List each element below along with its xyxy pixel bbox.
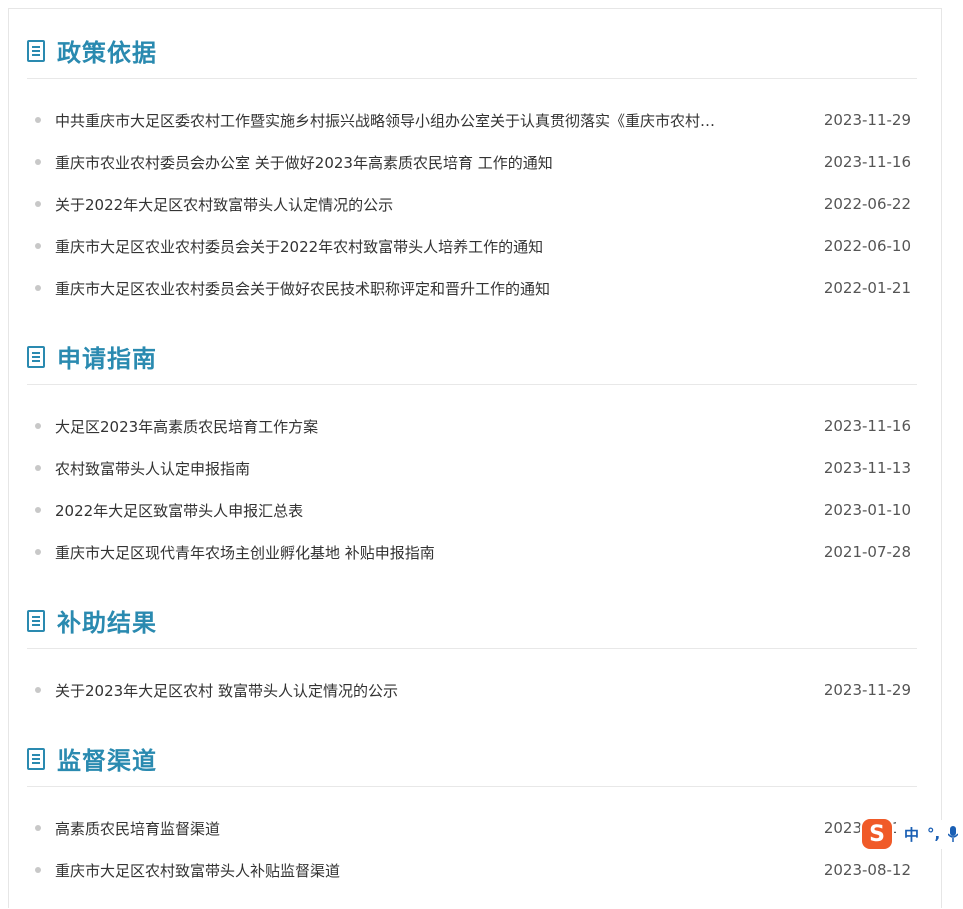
document-icon bbox=[27, 39, 45, 62]
section-header: 申请指南 bbox=[27, 315, 917, 385]
bullet-icon bbox=[35, 285, 41, 291]
article-link[interactable]: 重庆市大足区农业农村委员会关于做好农民技术职称评定和晋升工作的通知 bbox=[55, 278, 760, 299]
mic-icon[interactable] bbox=[948, 826, 959, 842]
list-item: 2022年大足区致富带头人申报汇总表 2023-01-10 bbox=[27, 489, 917, 531]
list-item: 重庆市大足区农业农村委员会关于2022年农村致富带头人培养工作的通知 2022-0… bbox=[27, 225, 917, 267]
document-icon bbox=[27, 609, 45, 632]
list-item: 关于2023年大足区农村 致富带头人认定情况的公示 2023-11-29 bbox=[27, 669, 917, 711]
article-date: 2023-11-16 bbox=[823, 417, 911, 435]
section-title: 补助结果 bbox=[57, 609, 157, 637]
article-date: 2021-07-28 bbox=[823, 543, 911, 561]
section-policy-basis: 政策依据 中共重庆市大足区委农村工作暨实施乡村振兴战略领导小组办公室关于认真贯彻… bbox=[27, 9, 917, 327]
article-date: 2023-11-29 bbox=[823, 681, 911, 699]
bullet-icon bbox=[35, 687, 41, 693]
bullet-icon bbox=[35, 243, 41, 249]
bullet-icon bbox=[35, 117, 41, 123]
article-date: 2022-06-22 bbox=[823, 195, 911, 213]
bullet-icon bbox=[35, 549, 41, 555]
ime-status-bar[interactable]: 中 °, bbox=[896, 819, 963, 849]
article-link[interactable]: 中共重庆市大足区委农村工作暨实施乡村振兴战略领导小组办公室关于认真贯彻落实《重庆… bbox=[55, 110, 760, 131]
section-supervision-channels: 监督渠道 高素质农民培育监督渠道2023-11-16 重庆市大足区农村致富带头人… bbox=[27, 717, 917, 909]
bullet-icon bbox=[35, 867, 41, 873]
bullet-icon bbox=[35, 507, 41, 513]
article-link[interactable]: 大足区2023年高素质农民培育工作方案 bbox=[55, 416, 760, 437]
bullet-icon bbox=[35, 465, 41, 471]
article-link[interactable]: 关于2022年大足区农村致富带头人认定情况的公示 bbox=[55, 194, 760, 215]
article-link[interactable]: 重庆市大足区现代青年农场主创业孵化基地 补贴申报指南 bbox=[55, 542, 760, 563]
list-item: 中共重庆市大足区委农村工作暨实施乡村振兴战略领导小组办公室关于认真贯彻落实《重庆… bbox=[27, 99, 917, 141]
bullet-icon bbox=[35, 159, 41, 165]
article-link[interactable]: 2022年大足区致富带头人申报汇总表 bbox=[55, 500, 760, 521]
article-link[interactable]: 重庆市大足区农业农村委员会关于2022年农村致富带头人培养工作的通知 bbox=[55, 236, 760, 257]
section-header: 政策依据 bbox=[27, 9, 917, 79]
article-list: 大足区2023年高素质农民培育工作方案 2023-11-16 农村致富带头人认定申… bbox=[27, 385, 917, 591]
list-item: 高素质农民培育监督渠道2023-11-16 bbox=[27, 807, 917, 849]
article-date: 2023-11-16 bbox=[823, 153, 911, 171]
article-link[interactable]: 关于2023年大足区农村 致富带头人认定情况的公示 bbox=[55, 680, 760, 701]
bullet-icon bbox=[35, 825, 41, 831]
section-subsidy-results: 补助结果 关于2023年大足区农村 致富带头人认定情况的公示 2023-11-29 bbox=[27, 579, 917, 729]
article-list: 高素质农民培育监督渠道2023-11-16 重庆市大足区农村致富带头人补贴监督渠… bbox=[27, 787, 917, 909]
content-panel: 政策依据 中共重庆市大足区委农村工作暨实施乡村振兴战略领导小组办公室关于认真贯彻… bbox=[8, 8, 942, 908]
section-header: 补助结果 bbox=[27, 579, 917, 649]
article-date: 2023-08-12 bbox=[823, 861, 911, 879]
article-date: 2023-11-13 bbox=[823, 459, 911, 477]
section-title: 政策依据 bbox=[57, 39, 157, 67]
article-date: 2022-01-21 bbox=[823, 279, 911, 297]
article-date: 2022-06-10 bbox=[823, 237, 911, 255]
article-link[interactable]: 重庆市大足区农村致富带头人补贴监督渠道 bbox=[55, 860, 760, 881]
document-icon bbox=[27, 747, 45, 770]
section-application-guide: 申请指南 大足区2023年高素质农民培育工作方案 2023-11-16 农村致富带… bbox=[27, 315, 917, 591]
ime-punct-toggle[interactable]: °, bbox=[927, 825, 940, 843]
list-item: 关于2022年大足区农村致富带头人认定情况的公示 2022-06-22 bbox=[27, 183, 917, 225]
list-item: 重庆市大足区农业农村委员会关于做好农民技术职称评定和晋升工作的通知 2022-01… bbox=[27, 267, 917, 309]
bullet-icon bbox=[35, 423, 41, 429]
article-link[interactable]: 高素质农民培育监督渠道 bbox=[55, 818, 760, 839]
list-item: 重庆市大足区现代青年农场主创业孵化基地 补贴申报指南 2021-07-28 bbox=[27, 531, 917, 573]
document-icon bbox=[27, 345, 45, 368]
list-item: 重庆市大足区农村致富带头人补贴监督渠道 2023-08-12 bbox=[27, 849, 917, 891]
article-link[interactable]: 重庆市农业农村委员会办公室 关于做好2023年高素质农民培育 工作的通知 bbox=[55, 152, 760, 173]
ime-toolbar[interactable]: S 中 °, bbox=[862, 816, 963, 852]
article-link[interactable]: 农村致富带头人认定申报指南 bbox=[55, 458, 760, 479]
ime-logo-icon[interactable]: S bbox=[862, 819, 892, 849]
section-title: 监督渠道 bbox=[57, 747, 157, 775]
ime-mode-toggle[interactable]: 中 bbox=[904, 824, 919, 845]
list-item: 重庆市农业农村委员会办公室 关于做好2023年高素质农民培育 工作的通知 2023… bbox=[27, 141, 917, 183]
article-date: 2023-01-10 bbox=[823, 501, 911, 519]
section-title: 申请指南 bbox=[57, 345, 157, 373]
bullet-icon bbox=[35, 201, 41, 207]
list-item: 农村致富带头人认定申报指南 2023-11-13 bbox=[27, 447, 917, 489]
list-item: 大足区2023年高素质农民培育工作方案 2023-11-16 bbox=[27, 405, 917, 447]
section-header: 监督渠道 bbox=[27, 717, 917, 787]
article-list: 中共重庆市大足区委农村工作暨实施乡村振兴战略领导小组办公室关于认真贯彻落实《重庆… bbox=[27, 79, 917, 327]
article-date: 2023-11-29 bbox=[823, 111, 911, 129]
